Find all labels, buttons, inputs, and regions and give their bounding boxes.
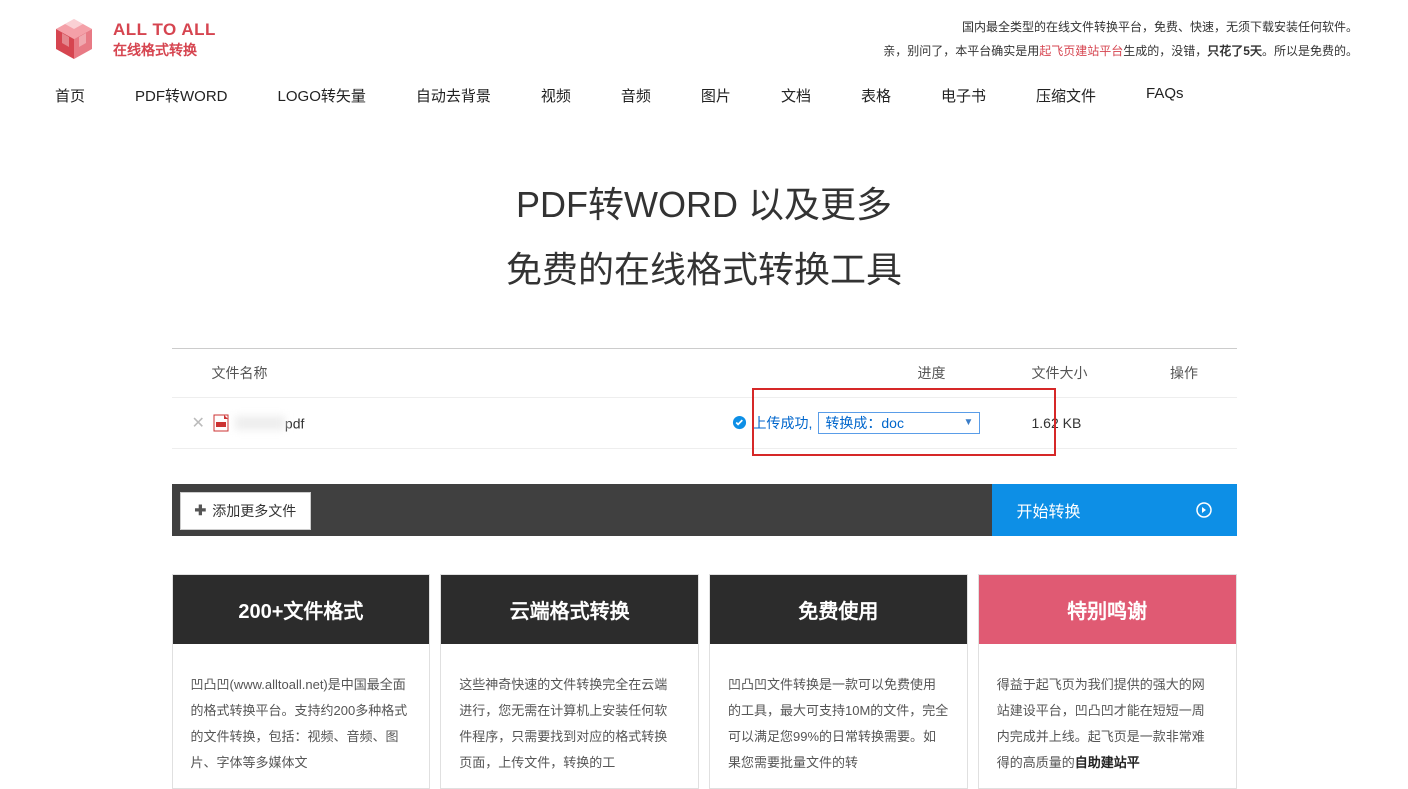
- nav-ebook[interactable]: 电子书: [941, 85, 986, 106]
- card-body: 凹凸凹文件转换是一款可以免费使用的工具，最大可支持10M的文件，完全可以满足您9…: [710, 644, 967, 788]
- check-circle-icon: [732, 415, 747, 430]
- card-thanks: 特别鸣谢 得益于起飞页为我们提供的强大的网站建设平台，凹凸凹才能在短短一周内完成…: [978, 574, 1237, 789]
- file-size: 1.62 KB: [1032, 415, 1152, 431]
- col-header-name: 文件名称: [192, 363, 832, 383]
- col-header-progress: 进度: [832, 363, 1032, 383]
- card-body: 得益于起飞页为我们提供的强大的网站建设平台，凹凸凹才能在短短一周内完成并上线。起…: [979, 644, 1236, 788]
- logo-line1: ALL TO ALL: [113, 19, 216, 41]
- header-link[interactable]: 起飞页建站平台: [1039, 44, 1123, 58]
- nav-removebg[interactable]: 自动去背景: [416, 85, 491, 106]
- nav-archive[interactable]: 压缩文件: [1036, 85, 1096, 106]
- plus-icon: ✚: [195, 502, 207, 519]
- remove-file-button[interactable]: ✕: [192, 413, 205, 433]
- header-notes: 国内最全类型的在线文件转换平台，免费、快速，无须下载安装任何软件。 亲，别问了，…: [883, 15, 1358, 63]
- arrow-right-circle-icon: [1196, 502, 1212, 518]
- header-note-1: 国内最全类型的在线文件转换平台，免费、快速，无须下载安装任何软件。: [883, 15, 1358, 39]
- chevron-down-icon: ▼: [963, 417, 973, 428]
- pdf-file-icon: [213, 414, 229, 432]
- progress-cell: 上传成功, 转换成：doc ▼: [732, 412, 1032, 434]
- add-more-files-button[interactable]: ✚ 添加更多文件: [180, 492, 312, 530]
- nav-home[interactable]: 首页: [55, 85, 85, 106]
- logo-line2: 在线格式转换: [113, 41, 216, 59]
- site-header: ALL TO ALL 在线格式转换 国内最全类型的在线文件转换平台，免费、快速，…: [0, 0, 1408, 73]
- output-format-select[interactable]: 转换成：doc ▼: [818, 412, 980, 434]
- card-body: 这些神奇快速的文件转换完全在云端进行，您无需在计算机上安装任何软件程序，只需要找…: [441, 644, 698, 788]
- card-title: 云端格式转换: [441, 575, 698, 644]
- card-formats: 200+文件格式 凹凸凹(www.alltoall.net)是中国最全面的格式转…: [172, 574, 431, 789]
- logo[interactable]: ALL TO ALL 在线格式转换: [50, 15, 216, 63]
- file-table: 文件名称 进度 文件大小 操作 ✕ pdf 上传成功, 转换成：doc ▼: [172, 348, 1237, 449]
- table-header-row: 文件名称 进度 文件大小 操作: [172, 348, 1237, 398]
- nav-logo2vector[interactable]: LOGO转矢量: [278, 85, 366, 106]
- file-name: pdf: [235, 414, 304, 431]
- hero: PDF转WORD 以及更多 免费的在线格式转换工具: [0, 118, 1408, 348]
- nav-audio[interactable]: 音频: [621, 85, 651, 106]
- card-body: 凹凸凹(www.alltoall.net)是中国最全面的格式转换平台。支持约20…: [173, 644, 430, 788]
- card-free: 免费使用 凹凸凹文件转换是一款可以免费使用的工具，最大可支持10M的文件，完全可…: [709, 574, 968, 789]
- card-title: 特别鸣谢: [979, 575, 1236, 644]
- action-bar: ✚ 添加更多文件 开始转换: [172, 484, 1237, 536]
- header-note-2: 亲，别问了，本平台确实是用起飞页建站平台生成的，没错，只花了5天。所以是免费的。: [883, 39, 1358, 63]
- card-title: 200+文件格式: [173, 575, 430, 644]
- file-name-redacted: [235, 416, 285, 430]
- nav-pdf2word[interactable]: PDF转WORD: [135, 85, 228, 106]
- logo-cube-icon: [50, 15, 98, 63]
- main-nav: 首页 PDF转WORD LOGO转矢量 自动去背景 视频 音频 图片 文档 表格…: [0, 73, 1408, 118]
- nav-table[interactable]: 表格: [861, 85, 891, 106]
- nav-video[interactable]: 视频: [541, 85, 571, 106]
- table-row: ✕ pdf 上传成功, 转换成：doc ▼ 1.62 KB: [172, 398, 1237, 449]
- card-cloud: 云端格式转换 这些神奇快速的文件转换完全在云端进行，您无需在计算机上安装任何软件…: [440, 574, 699, 789]
- start-convert-button[interactable]: 开始转换: [992, 484, 1237, 536]
- upload-success-text: 上传成功,: [753, 413, 813, 433]
- nav-faqs[interactable]: FAQs: [1146, 85, 1184, 106]
- card-title: 免费使用: [710, 575, 967, 644]
- info-cards: 200+文件格式 凹凸凹(www.alltoall.net)是中国最全面的格式转…: [172, 574, 1237, 789]
- nav-image[interactable]: 图片: [701, 85, 731, 106]
- col-header-size: 文件大小: [1032, 363, 1152, 383]
- logo-text: ALL TO ALL 在线格式转换: [113, 19, 216, 59]
- nav-doc[interactable]: 文档: [781, 85, 811, 106]
- hero-title: PDF转WORD 以及更多 免费的在线格式转换工具: [0, 173, 1408, 303]
- col-header-action: 操作: [1152, 363, 1217, 383]
